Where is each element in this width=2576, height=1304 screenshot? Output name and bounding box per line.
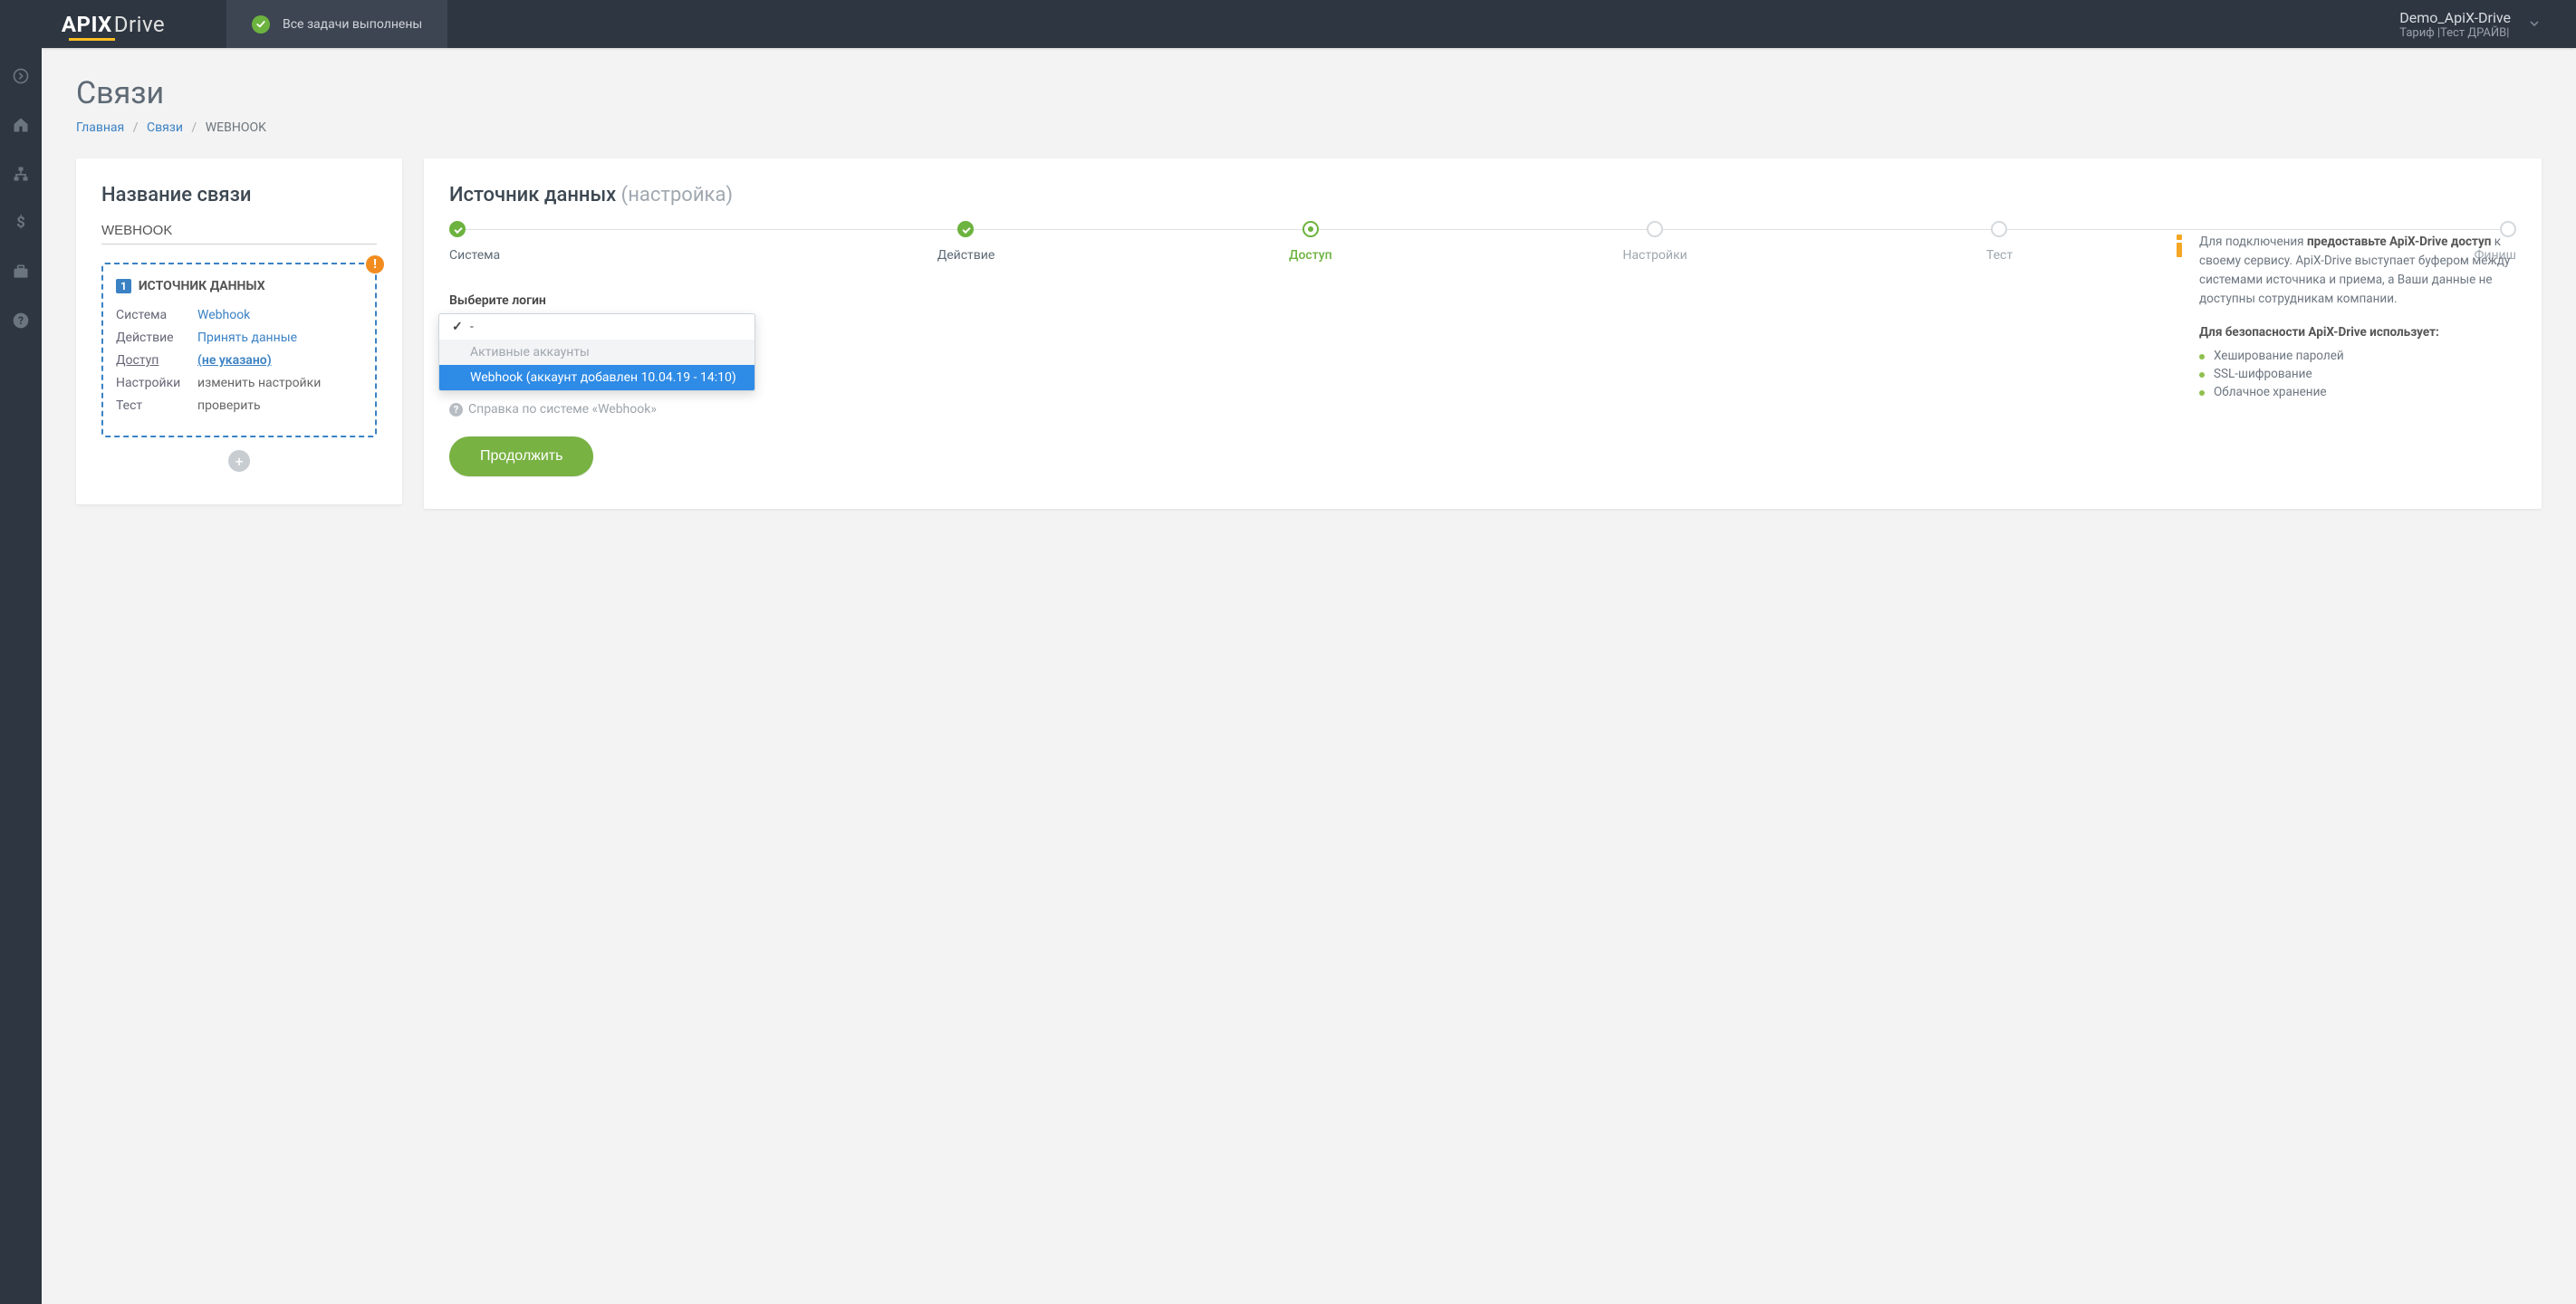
login-dropdown: ✓- Активные аккаунты Webhook (аккаунт до… [438,313,755,391]
help-text: Справка по системе «Webhook» [468,402,657,417]
warning-badge-icon: ! [366,255,384,273]
heading-main: Источник данных [449,184,616,206]
question-icon: ? [449,403,463,417]
step-label-settings: Настройки [1623,248,1687,263]
svg-text:?: ? [18,314,24,327]
row-test-label: Тест [116,397,197,416]
step-dot-access[interactable] [1302,221,1319,237]
heading-muted: (настройка) [621,184,733,206]
step-label-action: Действие [937,248,995,263]
source-box: ! 1 ИСТОЧНИК ДАННЫХ СистемаWebhook Дейст… [101,263,377,437]
row-system-value[interactable]: Webhook [197,306,250,325]
sidebar: $ ? [0,48,42,1304]
row-access-label: Доступ [116,351,197,370]
dropdown-option-text: Webhook (аккаунт добавлен 10.04.19 - 14:… [470,370,736,385]
info-para-bold: предоставьте ApiX-Drive доступ [2307,235,2491,249]
sidebar-item-briefcase[interactable] [0,258,42,285]
connection-name-input[interactable] [101,223,377,238]
row-settings-label: Настройки [116,374,197,393]
step-label-access: Доступ [1289,248,1332,263]
chevron-down-icon [2529,15,2540,33]
breadcrumb: Главная / Связи / WEBHOOK [76,120,2542,135]
step-label-system: Система [449,248,500,263]
sidebar-item-expand[interactable] [0,62,42,90]
row-system-label: Система [116,306,197,325]
dropdown-current-text: - [470,320,474,334]
info-paragraph: Для подключения предоставьте ApiX-Drive … [2199,233,2516,309]
row-action-label: Действие [116,329,197,348]
card-heading-left: Название связи [101,184,377,206]
login-select-wrap: ✓- Активные аккаунты Webhook (аккаунт до… [449,313,730,346]
help-link[interactable]: ? Справка по системе «Webhook» [449,402,2516,417]
info-icon [2172,235,2187,309]
logo-drive: Drive [114,12,165,37]
dropdown-option-none[interactable]: ✓- [439,314,755,340]
step-label-test: Тест [1986,248,2013,263]
page-title: Связи [76,75,2542,111]
step-dot-system[interactable] [449,221,466,237]
account-tariff: Тариф |Тест ДРАЙВ| [2399,26,2511,40]
check-circle-icon [252,15,270,34]
security-item: SSL-шифрование [2199,365,2516,383]
status-text: Все задачи выполнены [283,17,422,32]
step-dot-action[interactable] [957,221,974,237]
card-heading-right: Источник данных (настройка) [449,184,2516,206]
security-list: Хеширование паролей SSL-шифрование Облач… [2199,347,2516,401]
dropdown-group-active: Активные аккаунты [439,340,755,365]
sidebar-item-home[interactable] [0,111,42,139]
logo-api: API [62,12,98,37]
card-connection-name: Название связи ! 1 ИСТОЧНИК ДАННЫХ Систе… [76,158,402,504]
row-settings-value[interactable]: изменить настройки [197,374,321,393]
dropdown-option-webhook[interactable]: Webhook (аккаунт добавлен 10.04.19 - 14:… [439,365,755,390]
breadcrumb-current: WEBHOOK [206,120,266,135]
add-destination-button[interactable]: + [228,450,250,472]
topbar: APIXDrive Все задачи выполнены Demo_ApiX… [0,0,2576,48]
logo-x: X [98,12,112,37]
main-content: Связи Главная / Связи / WEBHOOK Название… [42,48,2576,1304]
security-heading: Для безопасности ApiX-Drive использует: [2199,325,2516,340]
row-action-value[interactable]: Принять данные [197,329,297,348]
svg-text:$: $ [16,215,25,232]
security-item: Облачное хранение [2199,383,2516,401]
account-name: Demo_ApiX-Drive [2399,9,2511,26]
continue-button[interactable]: Продолжить [449,436,593,476]
info-para-lead: Для подключения [2199,235,2307,249]
source-number: 1 [116,279,131,293]
sidebar-item-help[interactable]: ? [0,307,42,334]
row-access-value[interactable]: (не указано) [197,351,272,370]
status-pill: Все задачи выполнены [226,0,447,48]
dropdown-group-text: Активные аккаунты [470,345,590,360]
security-item: Хеширование паролей [2199,347,2516,365]
info-panel: Для подключения предоставьте ApiX-Drive … [2172,233,2516,401]
step-dot-finish[interactable] [2500,221,2516,237]
account-dropdown[interactable]: Demo_ApiX-Drive Тариф |Тест ДРАЙВ| [2399,9,2576,40]
step-dot-settings[interactable] [1647,221,1663,237]
breadcrumb-home[interactable]: Главная [76,120,124,135]
breadcrumb-links[interactable]: Связи [147,120,183,135]
sidebar-item-connections[interactable] [0,160,42,187]
card-source-config: Источник данных (настройка) Система Дейс… [424,158,2542,509]
logo[interactable]: APIXDrive [0,0,226,48]
sidebar-item-billing[interactable]: $ [0,209,42,236]
row-test-value[interactable]: проверить [197,397,261,416]
source-title: ИСТОЧНИК ДАННЫХ [139,279,265,293]
step-dot-test[interactable] [1991,221,2007,237]
